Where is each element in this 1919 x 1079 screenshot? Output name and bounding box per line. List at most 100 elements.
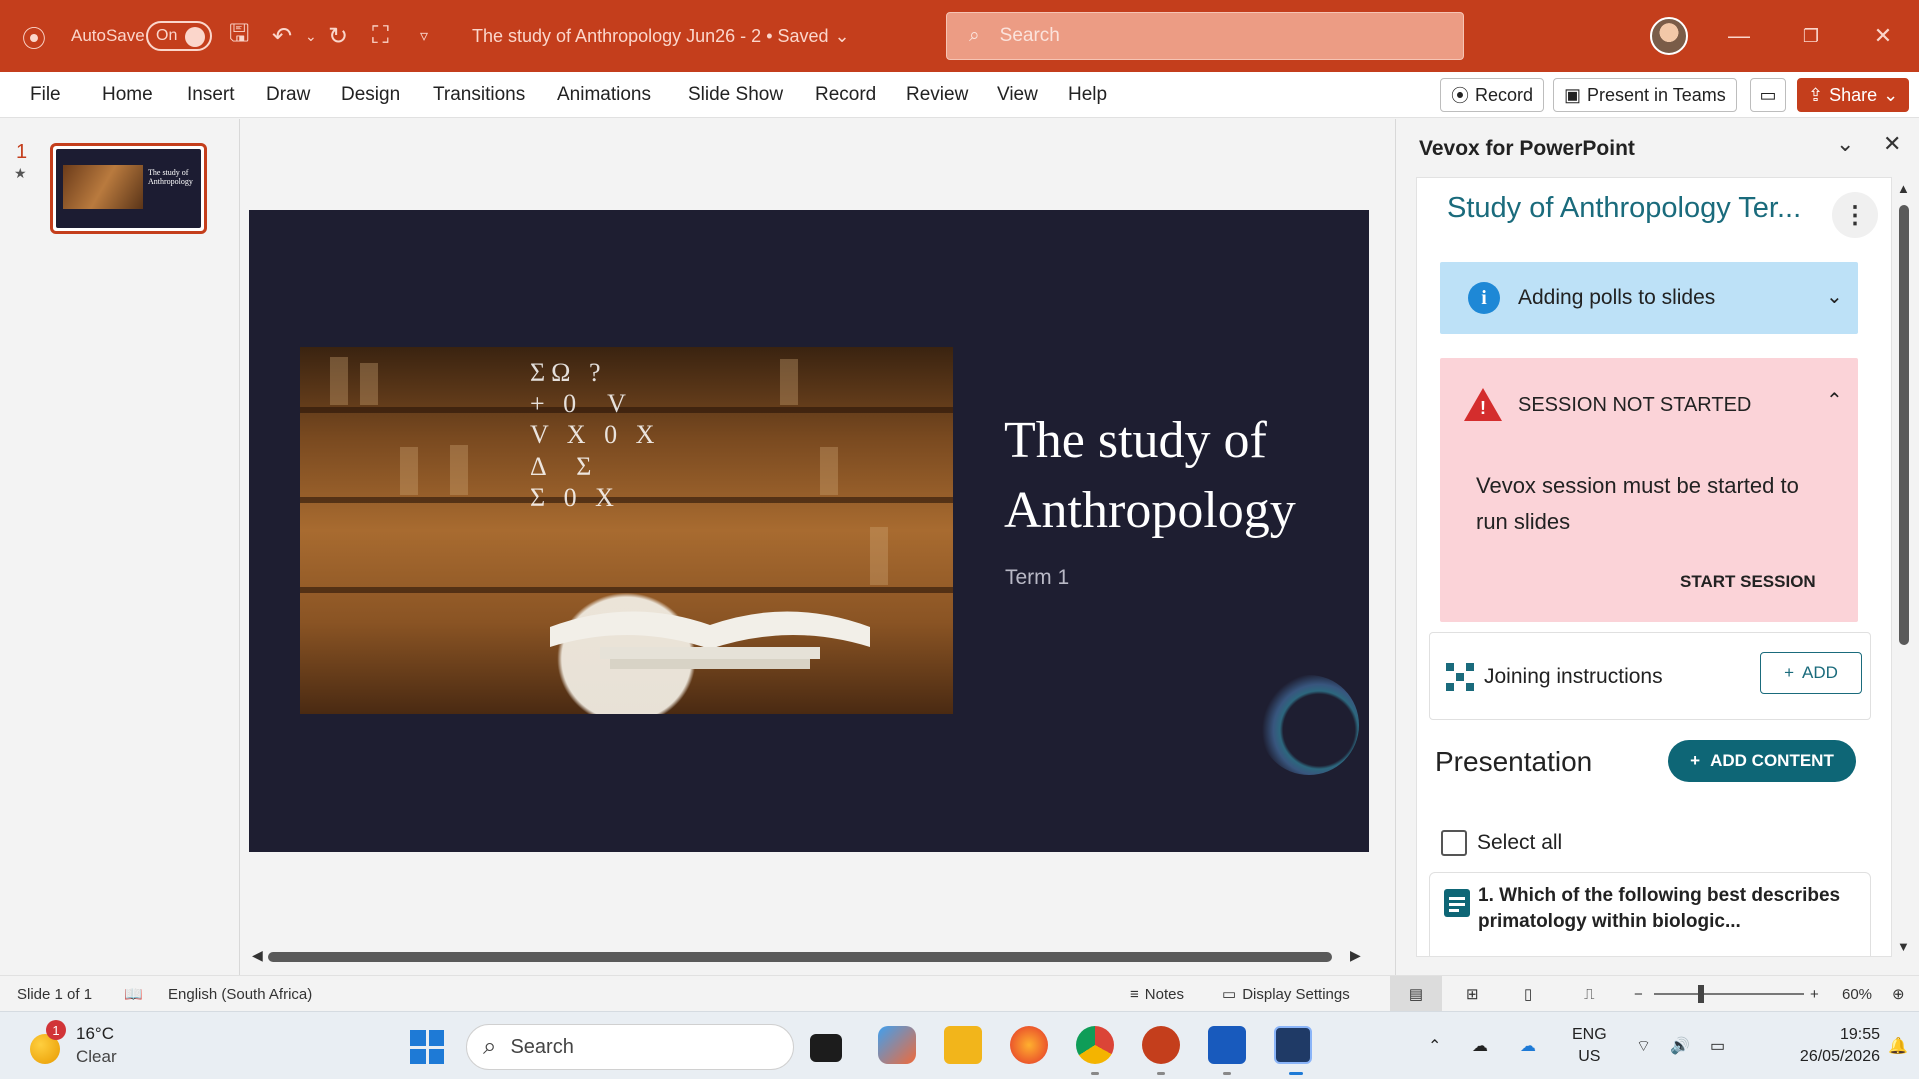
tab-insert[interactable]: Insert <box>187 72 235 118</box>
poll-question-card[interactable]: 1. Which of the following best describes… <box>1429 872 1871 956</box>
scroll-up-icon[interactable]: ▲ <box>1897 181 1910 196</box>
clock-date: 26/05/2026 <box>1799 1048 1880 1065</box>
language-indicator[interactable]: English (South Africa) <box>168 976 312 1012</box>
close-icon: ✕ <box>1873 23 1893 48</box>
zoom-slider-thumb[interactable] <box>1698 985 1704 1003</box>
undo-dropdown-icon[interactable]: ⌄ <box>305 0 317 72</box>
comments-button[interactable]: ▭ <box>1750 78 1786 112</box>
zoom-slider[interactable] <box>1654 976 1804 1012</box>
tab-transitions[interactable]: Transitions <box>433 72 525 118</box>
accessibility-icon[interactable]: 📖 <box>124 976 143 1012</box>
tab-home[interactable]: Home <box>102 72 153 118</box>
cloud-sync-icon[interactable]: ☁ <box>1472 1012 1488 1079</box>
autosave-toggle[interactable]: On <box>146 21 212 51</box>
tab-design[interactable]: Design <box>341 72 400 118</box>
document-title[interactable]: The study of Anthropology Jun26 - 2 • Sa… <box>472 0 850 72</box>
customize-toolbar-icon[interactable]: ▿ <box>420 0 428 72</box>
taskbar-search-input[interactable]: ⌕ Search <box>466 1024 794 1070</box>
notes-label: Notes <box>1144 985 1184 1003</box>
minimize-button[interactable]: — <box>1703 0 1775 72</box>
avatar[interactable] <box>1650 17 1688 55</box>
add-content-button[interactable]: + ADD CONTENT <box>1668 740 1856 782</box>
tab-animations[interactable]: Animations <box>557 72 651 118</box>
select-all-checkbox[interactable] <box>1441 830 1467 856</box>
slide-sorter-icon[interactable]: ⊞ <box>1466 976 1479 1012</box>
notifications-icon[interactable]: 🔔 <box>1888 1012 1908 1079</box>
normal-view-icon[interactable]: ▤ <box>1390 976 1442 1012</box>
qr-code-icon <box>1446 663 1474 691</box>
adding-polls-card[interactable]: i Adding polls to slides ⌄ <box>1440 262 1858 334</box>
present-from-start-icon[interactable]: ⛶ <box>372 0 389 72</box>
slide-subtitle[interactable]: Term 1 <box>1005 566 1069 590</box>
info-icon: i <box>1468 282 1500 314</box>
snipping-tool-icon[interactable] <box>1274 1026 1312 1064</box>
powerpoint-icon[interactable] <box>1142 1026 1180 1064</box>
copilot-icon[interactable] <box>878 1026 916 1064</box>
pane-close-icon[interactable]: ✕ <box>1883 131 1901 157</box>
slide-picture-books[interactable]: ΣΩ ? + 0 V V X 0 X Δ Σ Σ 0 X <box>300 347 953 714</box>
addin-title: Vevox for PowerPoint <box>1419 137 1635 160</box>
horizontal-scrollbar[interactable]: ◀ ▶ <box>252 947 1366 967</box>
reading-view-icon[interactable]: ▯ <box>1524 976 1532 1012</box>
windows-start-icon[interactable] <box>410 1030 444 1064</box>
chevron-down-icon[interactable]: ⌄ <box>1826 284 1843 309</box>
horizontal-scroll-thumb[interactable] <box>268 952 1332 962</box>
onedrive-icon[interactable]: ☁ <box>1520 1012 1536 1079</box>
close-button[interactable]: ✕ <box>1847 0 1919 72</box>
add-joining-button[interactable]: + ADD <box>1760 652 1862 694</box>
more-options-icon[interactable]: ⋮ <box>1832 192 1878 238</box>
slide-counter: Slide 1 of 1 <box>17 985 93 1003</box>
addin-vertical-scrollbar[interactable]: ▲ ▼ <box>1894 179 1914 959</box>
slideshow-view-icon[interactable]: ⎍ <box>1584 976 1595 1012</box>
restore-button[interactable]: ❐ <box>1775 0 1847 72</box>
redo-icon[interactable]: ↻ <box>328 0 348 72</box>
zoom-out-icon[interactable]: − <box>1634 976 1643 1012</box>
fit-to-window-icon[interactable]: ⊕ <box>1892 976 1905 1012</box>
show-hidden-icons-icon[interactable]: ⌃ <box>1428 1012 1441 1079</box>
file-explorer-icon[interactable] <box>944 1026 982 1064</box>
slide-thumbnail[interactable]: The study of Anthropology <box>50 143 207 234</box>
chrome-icon[interactable] <box>1076 1026 1114 1064</box>
vevox-content: Study of Anthropology Ter... ⋮ i Adding … <box>1416 177 1892 957</box>
slide-title[interactable]: The study of Anthropology <box>1004 406 1364 546</box>
firefox-icon[interactable] <box>1010 1026 1048 1064</box>
wifi-icon[interactable]: ⌔ <box>1636 1012 1651 1079</box>
pane-options-chevron-icon[interactable]: ⌄ <box>1836 131 1854 157</box>
word-icon[interactable] <box>1208 1026 1246 1064</box>
input-language[interactable]: ENG US <box>1572 1012 1607 1079</box>
addin-scroll-thumb[interactable] <box>1899 205 1909 645</box>
slide-canvas[interactable]: ΣΩ ? + 0 V V X 0 X Δ Σ Σ 0 X The study o… <box>249 210 1369 852</box>
title-search-input[interactable]: ⌕ Search <box>946 12 1464 60</box>
tab-record[interactable]: Record <box>815 72 876 118</box>
tab-help[interactable]: Help <box>1068 72 1107 118</box>
notes-button[interactable]: ≡ Notes <box>1130 976 1184 1012</box>
scroll-left-icon[interactable]: ◀ <box>252 947 263 964</box>
autosave-state: On <box>156 27 178 44</box>
display-settings-label: Display Settings <box>1242 985 1350 1003</box>
chevron-up-icon[interactable]: ⌃ <box>1826 388 1843 413</box>
tab-slide-show[interactable]: Slide Show <box>688 72 783 118</box>
share-button[interactable]: ⇪ Share ⌄ <box>1797 78 1910 112</box>
record-button[interactable]: ⦿ Record <box>1440 78 1545 112</box>
undo-icon[interactable]: ↶ <box>272 0 292 72</box>
start-session-button[interactable]: START SESSION <box>1672 566 1824 598</box>
save-icon[interactable]: 🖫 <box>229 0 249 72</box>
scroll-right-icon[interactable]: ▶ <box>1350 947 1361 964</box>
battery-icon[interactable]: ▭ <box>1710 1012 1725 1079</box>
weather-temperature[interactable]: 16°C <box>76 1024 114 1044</box>
task-view-icon[interactable] <box>810 1034 842 1062</box>
clock[interactable]: 19:55 26/05/2026 <box>1764 1012 1880 1079</box>
tab-draw[interactable]: Draw <box>266 72 310 118</box>
tab-file[interactable]: File <box>30 72 61 118</box>
zoom-level[interactable]: 60% <box>1842 976 1872 1012</box>
tab-review[interactable]: Review <box>906 72 968 118</box>
zoom-in-icon[interactable]: + <box>1810 976 1819 1012</box>
select-all-row[interactable]: Select all <box>1441 830 1562 856</box>
weather-description[interactable]: Clear <box>76 1047 117 1067</box>
present-in-teams-button[interactable]: ▣ Present in Teams <box>1553 78 1737 112</box>
volume-icon[interactable]: 🔊 <box>1670 1012 1690 1079</box>
tab-view[interactable]: View <box>997 72 1038 118</box>
select-all-label: Select all <box>1477 831 1563 854</box>
scroll-down-icon[interactable]: ▼ <box>1897 939 1910 954</box>
display-settings-button[interactable]: ▭ Display Settings <box>1222 976 1350 1012</box>
